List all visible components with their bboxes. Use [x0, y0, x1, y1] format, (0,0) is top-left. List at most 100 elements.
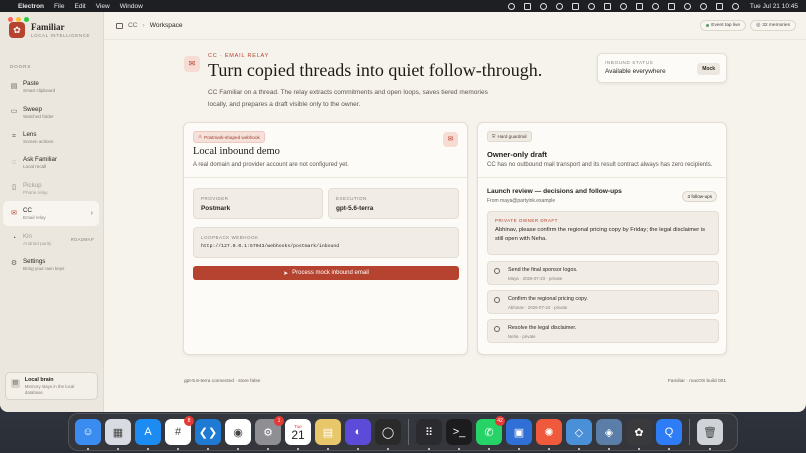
owner-draft-box: PRIVATE OWNER DRAFT Abhinav, please conf…: [487, 211, 719, 255]
launcher-app-icon[interactable]: ⠿: [416, 419, 442, 450]
running-indicator: [87, 448, 89, 450]
sidebar-nav: ▤ Paste Smart clipboard ▭ Sweep Watched fo…: [3, 74, 99, 277]
draft-label: PRIVATE OWNER DRAFT: [495, 218, 558, 223]
followup-item[interactable]: Resolve the legal disclaimer. Neha · pri…: [487, 319, 719, 343]
webhook-url[interactable]: http://127.0.0.1:57043/webhooks/postmark…: [201, 244, 451, 249]
status-icon-9[interactable]: [635, 2, 643, 10]
dock-separator: [689, 419, 690, 445]
sidebar-toggle-icon[interactable]: [116, 22, 123, 29]
burst-app-icon[interactable]: ✺: [536, 419, 562, 450]
webhook-field: LOOPBACK WEBHOOK http://127.0.0.1:57043/…: [193, 227, 459, 258]
slack-app-icon[interactable]: #8: [165, 416, 194, 450]
sidebar-item-sub: Phone relay: [23, 189, 48, 195]
q-app-icon[interactable]: Q: [656, 419, 682, 450]
sidebar-item-cc[interactable]: ✉ CC Email relay ›: [3, 200, 99, 227]
main-content: CC › Workspace Event tap live ◎ 32 memori…: [104, 12, 806, 412]
mock-button[interactable]: Mock: [697, 63, 720, 75]
status-icon-1[interactable]: [507, 2, 515, 10]
familiar-logo-icon: ✿: [9, 22, 25, 38]
proton-app-icon[interactable]: ◐: [345, 419, 371, 450]
menu-clock[interactable]: Tue Jul 21 10:45: [750, 3, 798, 10]
menu-app-name[interactable]: Electron: [18, 3, 44, 10]
menu-file[interactable]: File: [54, 3, 64, 10]
whatsapp-app-icon[interactable]: ✆ 42: [476, 416, 505, 450]
sidebar-item-sweep[interactable]: ▭ Sweep Watched folder: [3, 99, 99, 124]
terminal-app-icon[interactable]: >_: [446, 419, 472, 450]
provider-value: Postmark: [201, 205, 231, 212]
sidebar-item-sub: Watched folder: [23, 113, 54, 119]
running-indicator: [668, 448, 670, 450]
battery-icon[interactable]: [667, 2, 675, 10]
launchpad-app-icon[interactable]: ▦: [105, 419, 131, 450]
status-icon-2[interactable]: [523, 2, 531, 10]
android-icon: ◔: [11, 235, 17, 243]
card-description: A real domain and provider account are n…: [193, 162, 349, 168]
ring-app-icon[interactable]: ◯: [375, 419, 401, 450]
database-icon: ▤: [11, 379, 20, 388]
app-store-app-icon[interactable]: A: [135, 419, 161, 450]
card-description: CC has no outbound mail transport and it…: [487, 162, 713, 168]
cube2-app-icon[interactable]: ◈: [596, 419, 622, 450]
status-icon-4[interactable]: [555, 2, 563, 10]
notification-badge: 1: [274, 416, 284, 426]
sidebar-item-pickup[interactable]: ▯ Pickup Phone relay: [3, 176, 99, 201]
search-icon[interactable]: [699, 2, 707, 10]
wifi-icon[interactable]: [683, 2, 691, 10]
followup-meta: Abhinav · 2026-07-24 · private: [508, 305, 568, 310]
review-from: From maya@partyink.example: [487, 198, 556, 204]
hero-description: CC Familiar on a thread. The relay extra…: [208, 89, 488, 108]
brand-name: Familiar: [31, 22, 65, 32]
sidebar-item-ask-familiar[interactable]: ◌ Ask Familiar Local recall: [3, 150, 99, 175]
running-indicator: [458, 448, 460, 450]
settings-app-icon[interactable]: ⚙ 1: [255, 416, 284, 450]
followup-title: Send the final sponsor logos.: [508, 267, 578, 273]
menu-view[interactable]: View: [96, 3, 110, 10]
bluetooth-icon[interactable]: [651, 2, 659, 10]
status-icon-3[interactable]: [539, 2, 547, 10]
calendar-app-icon[interactable]: Tue 21: [285, 419, 311, 450]
vscode-app-icon[interactable]: ❮❯: [195, 419, 221, 450]
db-app-icon[interactable]: ▣: [506, 419, 532, 450]
sidebar-item-settings[interactable]: ⚙ Settings Bring your own keys: [3, 252, 99, 277]
process-button-label: Process mock inbound email: [292, 270, 369, 276]
running-indicator: [177, 448, 179, 450]
sidebar-item-kin[interactable]: ◔ Kin Android parity ROADMAP: [3, 226, 99, 251]
followup-item[interactable]: Confirm the regional pricing copy. Abhin…: [487, 290, 719, 314]
owner-draft-card: ⛨ Hard guardrail Owner-only draft CC has …: [477, 122, 727, 355]
running-indicator: [709, 448, 711, 450]
status-icon-8[interactable]: [619, 2, 627, 10]
sidebar-item-title: CC: [23, 207, 32, 215]
status-icon-7[interactable]: [603, 2, 611, 10]
menu-edit[interactable]: Edit: [75, 3, 86, 10]
followup-item[interactable]: Send the final sponsor logos. Maya · 202…: [487, 261, 719, 285]
control-center-icon[interactable]: [715, 2, 723, 10]
gear-icon: ⚙: [10, 260, 18, 268]
divider: [478, 177, 726, 178]
cube-app-icon[interactable]: ◇: [566, 419, 592, 450]
chatgpt-app-icon[interactable]: ✿: [626, 419, 652, 450]
sidebar-item-lens[interactable]: ⌗ Lens Screen actions: [3, 125, 99, 150]
dock-separator: [408, 419, 409, 445]
card-title: Local inbound demo: [193, 146, 280, 157]
running-indicator: [608, 448, 610, 450]
preview-app-icon[interactable]: ▤: [315, 419, 341, 450]
sidebar-item-paste[interactable]: ▤ Paste Smart clipboard: [3, 74, 99, 99]
provider-label: PROVIDER: [201, 196, 229, 201]
breadcrumb-root[interactable]: CC: [128, 22, 138, 29]
siri-icon[interactable]: [731, 2, 739, 10]
footer-build: Familiar · macOS build 001: [667, 379, 726, 384]
running-indicator: [117, 448, 119, 450]
guardrail-chip: ⛨ Hard guardrail: [487, 131, 532, 142]
status-icon-6[interactable]: [587, 2, 595, 10]
trash-app-icon[interactable]: 🗑: [697, 419, 723, 450]
running-indicator: [428, 448, 430, 450]
chrome-app-icon[interactable]: ◉: [225, 419, 251, 450]
chevron-right-icon: ›: [90, 210, 93, 218]
followup-meta: Neha · private: [508, 334, 536, 339]
clock-icon: [494, 268, 500, 274]
process-mock-email-button[interactable]: ➤ Process mock inbound email: [193, 266, 459, 280]
menu-window[interactable]: Window: [120, 3, 143, 10]
status-icon-5[interactable]: [571, 2, 579, 10]
sidebar-item-title: Pickup: [23, 181, 42, 189]
finder-app-icon[interactable]: ☺: [75, 419, 101, 450]
